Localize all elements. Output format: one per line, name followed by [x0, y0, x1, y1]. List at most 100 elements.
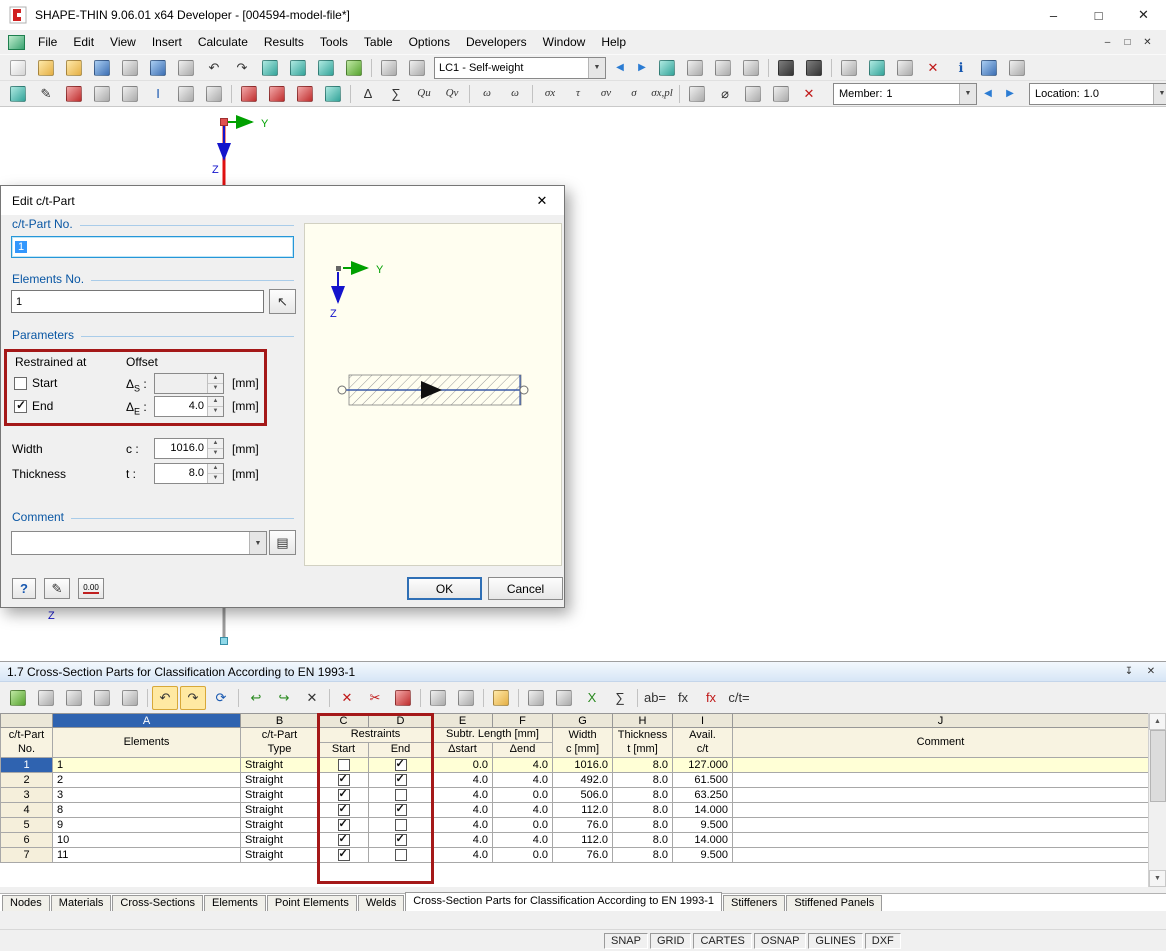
spinner-arrows[interactable]: ▲ ▼ — [207, 397, 223, 416]
panel-close-icon[interactable]: ✕ — [1143, 665, 1159, 679]
visibility-icon[interactable] — [320, 82, 346, 106]
row-number[interactable]: 4 — [1, 803, 53, 818]
select-region-icon[interactable] — [201, 82, 227, 106]
cell-avail[interactable]: 127.000 — [673, 758, 733, 773]
cell-start[interactable] — [319, 818, 369, 833]
menu-insert[interactable]: Insert — [144, 31, 190, 53]
load-case-combo[interactable]: LC1 - Self-weight ▼ — [434, 57, 606, 79]
row-number[interactable]: 6 — [1, 833, 53, 848]
next-load-case-button[interactable]: ▶ — [632, 56, 652, 80]
view-filter-icon[interactable] — [425, 686, 451, 710]
column-letter-c[interactable]: C — [319, 714, 369, 728]
row-number[interactable]: 7 — [1, 848, 53, 863]
cell-thickness[interactable]: 8.0 — [613, 818, 673, 833]
print-preview-icon[interactable] — [173, 56, 199, 80]
zoom-in-icon[interactable] — [313, 56, 339, 80]
column-letter-b[interactable]: B — [241, 714, 319, 728]
start-checkbox[interactable] — [338, 774, 350, 786]
cell-comment[interactable] — [733, 773, 1149, 788]
status-cartes[interactable]: CARTES — [693, 933, 751, 949]
cell-thickness[interactable]: 8.0 — [613, 758, 673, 773]
spinner-up-icon[interactable]: ▲ — [208, 464, 223, 474]
elements-field[interactable]: 1 — [11, 290, 264, 313]
edit-comment-button[interactable]: ✎ — [44, 578, 70, 599]
chevron-down-icon[interactable]: ▼ — [1153, 84, 1166, 104]
table-columns-icon[interactable] — [33, 686, 59, 710]
table-rows-icon[interactable] — [61, 686, 87, 710]
previous-load-case-button[interactable]: ◀ — [610, 56, 630, 80]
cell-dstart[interactable]: 0.0 — [433, 758, 493, 773]
cancel-button[interactable]: Cancel — [488, 577, 563, 600]
zoom-window-icon[interactable] — [285, 56, 311, 80]
dimension-delta-icon[interactable]: Δ — [355, 82, 381, 106]
redo-icon[interactable]: ↷ — [180, 686, 206, 710]
cell-thickness[interactable]: 8.0 — [613, 803, 673, 818]
help-button[interactable]: ? — [12, 578, 36, 599]
ct-ratio-icon[interactable]: c/t= — [726, 686, 752, 710]
cell-elements[interactable]: 2 — [53, 773, 241, 788]
menu-edit[interactable]: Edit — [65, 31, 102, 53]
cut-row-icon[interactable]: ✂ — [362, 686, 388, 710]
cell-type[interactable]: Straight — [241, 833, 319, 848]
chevron-down-icon[interactable]: ▼ — [588, 58, 605, 78]
sum-icon[interactable]: ∑ — [383, 82, 409, 106]
scrollbar-track[interactable] — [1149, 730, 1166, 870]
menu-calculate[interactable]: Calculate — [190, 31, 256, 53]
save-icon[interactable] — [89, 56, 115, 80]
cell-dstart[interactable]: 4.0 — [433, 818, 493, 833]
result-omega2-icon[interactable]: ω — [502, 82, 528, 106]
cell-dstart[interactable]: 4.0 — [433, 848, 493, 863]
spinner-up-icon[interactable]: ▲ — [208, 439, 223, 449]
result-sigma-v-icon[interactable]: σv — [593, 82, 619, 106]
redo-icon[interactable]: ↷ — [229, 56, 255, 80]
cell-elements[interactable]: 8 — [53, 803, 241, 818]
spinner-arrows[interactable]: ▲ ▼ — [207, 439, 223, 458]
distribute-nodes-icon[interactable] — [117, 82, 143, 106]
sum-table-icon[interactable]: ∑ — [607, 686, 633, 710]
row-number[interactable]: 5 — [1, 818, 53, 833]
column-letter-g[interactable]: G — [553, 714, 613, 728]
end-checkbox[interactable] — [395, 834, 407, 846]
library-icon[interactable] — [740, 82, 766, 106]
weld-icon[interactable] — [684, 82, 710, 106]
rotate-view-icon[interactable] — [864, 56, 890, 80]
cell-comment[interactable] — [733, 788, 1149, 803]
mdi-restore-button[interactable]: □ — [1119, 35, 1136, 50]
notes-icon[interactable] — [523, 686, 549, 710]
undo-icon[interactable]: ↶ — [152, 686, 178, 710]
menu-results[interactable]: Results — [256, 31, 312, 53]
cell-comment[interactable] — [733, 833, 1149, 848]
menu-window[interactable]: Window — [535, 31, 594, 53]
new-model-icon[interactable] — [5, 56, 31, 80]
ab-substitute-icon[interactable]: ab= — [642, 686, 668, 710]
comment-combo[interactable]: ▼ — [11, 531, 267, 555]
cell-type[interactable]: Straight — [241, 773, 319, 788]
member-combo[interactable]: Member: 1 ▼ — [833, 83, 977, 105]
result-omega-icon[interactable]: ω — [474, 82, 500, 106]
start-checkbox[interactable] — [338, 804, 350, 816]
tab-elements[interactable]: Elements — [204, 895, 266, 911]
show-tables-icon[interactable] — [376, 56, 402, 80]
cell-thickness[interactable]: 8.0 — [613, 833, 673, 848]
column-letter-e[interactable]: E — [433, 714, 493, 728]
grid-corner[interactable] — [1, 714, 53, 728]
spinner-up-icon[interactable]: ▲ — [208, 374, 223, 384]
cell-comment[interactable] — [733, 758, 1149, 773]
circle-icon[interactable]: ⌀ — [712, 82, 738, 106]
select-arrow-icon[interactable] — [173, 82, 199, 106]
result-qv-icon[interactable]: Qv — [439, 82, 465, 106]
cell-dstart[interactable]: 4.0 — [433, 773, 493, 788]
cell-dend[interactable]: 4.0 — [493, 758, 553, 773]
dialog-title-bar[interactable]: Edit c/t-Part ✕ — [1, 186, 564, 215]
raster-icon[interactable] — [773, 56, 799, 80]
cell-elements[interactable]: 9 — [53, 818, 241, 833]
cell-elements[interactable]: 10 — [53, 833, 241, 848]
tab-stiffened-panels[interactable]: Stiffened Panels — [786, 895, 882, 911]
result-sigma-icon[interactable]: σ — [621, 82, 647, 106]
delete-icon[interactable]: ✕ — [920, 56, 946, 80]
spinner-down-icon[interactable]: ▼ — [208, 407, 223, 416]
cell-dend[interactable]: 0.0 — [493, 818, 553, 833]
search-coordinates-icon[interactable] — [654, 56, 680, 80]
cell-start[interactable] — [319, 758, 369, 773]
thickness-spinner[interactable]: 8.0 ▲ ▼ — [154, 463, 224, 484]
